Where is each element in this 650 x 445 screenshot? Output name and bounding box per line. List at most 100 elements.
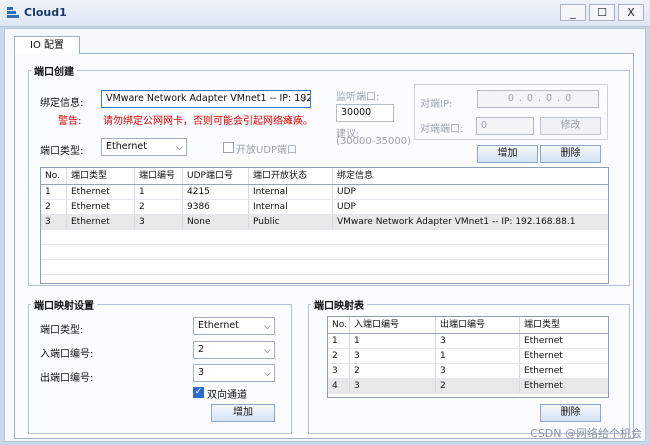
table-row[interactable]: 1 1 3 Ethernet bbox=[328, 334, 608, 349]
cell: VMware Network Adapter VMnet1 -- IP: 192… bbox=[337, 217, 576, 227]
maximize-button[interactable]: ☐ bbox=[589, 4, 615, 21]
mapping-table-header: No. 入端口编号 出端口编号 端口类型 bbox=[328, 317, 608, 334]
cell: 3 bbox=[350, 349, 436, 363]
cell: 3 bbox=[436, 334, 520, 348]
cell: Ethernet bbox=[524, 381, 563, 391]
chevron-down-icon: ⌵ bbox=[300, 95, 307, 105]
listen-port-label: 监听端口: bbox=[336, 92, 380, 103]
window-title: Cloud1 bbox=[24, 6, 67, 19]
col-no: No. bbox=[328, 317, 350, 333]
cell: 3 bbox=[41, 215, 67, 229]
cell: 4215 bbox=[183, 185, 249, 199]
in-port-select[interactable]: 2 ⌵ bbox=[193, 341, 275, 359]
cell: 1 bbox=[436, 349, 520, 363]
cell: 2 bbox=[350, 364, 436, 378]
watermark: CSDN @网络给个机会 bbox=[530, 427, 642, 440]
cell: Ethernet bbox=[67, 185, 135, 199]
table-row[interactable]: 1 Ethernet 1 4215 Internal UDP bbox=[41, 185, 608, 200]
mapping-table: No. 入端口编号 出端口编号 端口类型 1 1 3 Ethernet 2 3 … bbox=[327, 316, 609, 398]
col-open-state: 端口开放状态 bbox=[249, 168, 333, 184]
modify-button[interactable]: 修改 bbox=[540, 117, 601, 135]
cell: None bbox=[183, 215, 249, 229]
col-bind-info: 绑定信息 bbox=[337, 171, 374, 181]
col-port-num: 端口编号 bbox=[135, 168, 183, 184]
col-out-port: 出端口编号 bbox=[436, 317, 520, 333]
listen-port-input[interactable]: 30000 bbox=[336, 104, 394, 122]
table-row[interactable]: 3 Ethernet 3 None Public VMware Network … bbox=[41, 215, 608, 230]
col-port-type: 端口类型 bbox=[67, 168, 135, 184]
cell: 1 bbox=[41, 185, 67, 199]
open-udp-checkbox[interactable] bbox=[223, 142, 234, 153]
add-port-button[interactable]: 增加 bbox=[477, 145, 538, 163]
cell: 2 bbox=[436, 379, 520, 393]
in-port-value: 2 bbox=[198, 344, 205, 355]
cell: Public bbox=[249, 215, 333, 229]
bind-info-label: 绑定信息: bbox=[40, 98, 84, 109]
cloud-app-icon bbox=[7, 7, 19, 18]
map-type-label: 端口类型: bbox=[40, 325, 84, 336]
cell: 1 bbox=[328, 334, 350, 348]
close-button[interactable]: X bbox=[618, 4, 644, 21]
add-mapping-button[interactable]: 增加 bbox=[211, 404, 275, 422]
map-type-select[interactable]: Ethernet ⌵ bbox=[193, 317, 275, 335]
cell: UDP bbox=[337, 187, 356, 197]
table-row[interactable]: 2 3 1 Ethernet bbox=[328, 349, 608, 364]
port-map-settings-title: 端口映射设置 bbox=[31, 297, 97, 312]
cell: 3 bbox=[135, 215, 183, 229]
port-table-header: No. 端口类型 端口编号 UDP端口号 端口开放状态 绑定信息 bbox=[41, 168, 608, 185]
table-row[interactable]: 4 3 2 Ethernet bbox=[328, 379, 608, 394]
cell: Internal bbox=[249, 200, 333, 214]
table-row[interactable]: 2 Ethernet 2 9386 Internal UDP bbox=[41, 200, 608, 215]
cell: Internal bbox=[249, 185, 333, 199]
port-type-select[interactable]: Ethernet ⌵ bbox=[101, 138, 187, 156]
cell: 2 bbox=[41, 200, 67, 214]
chevron-down-icon: ⌵ bbox=[264, 322, 271, 332]
cell: 1 bbox=[350, 334, 436, 348]
table-row-empty bbox=[41, 260, 608, 275]
table-row-empty bbox=[41, 230, 608, 245]
map-type-value: Ethernet bbox=[198, 320, 239, 331]
delete-port-button[interactable]: 删除 bbox=[540, 145, 601, 163]
out-port-label: 出端口编号: bbox=[40, 373, 94, 384]
cell: 2 bbox=[135, 200, 183, 214]
warning-label: 警告: bbox=[58, 116, 82, 127]
title-bar bbox=[0, 0, 650, 27]
cell: Ethernet bbox=[524, 336, 563, 346]
cell: 2 bbox=[328, 349, 350, 363]
cell: Ethernet bbox=[524, 366, 563, 376]
cell: 3 bbox=[436, 364, 520, 378]
port-create-title: 端口创建 bbox=[31, 63, 77, 78]
port-table: No. 端口类型 端口编号 UDP端口号 端口开放状态 绑定信息 1 Ether… bbox=[40, 167, 609, 284]
cell: Ethernet bbox=[67, 215, 135, 229]
peer-ip-input[interactable]: 0 . 0 . 0 . 0 bbox=[477, 90, 599, 108]
cell: 9386 bbox=[183, 200, 249, 214]
cell: Ethernet bbox=[67, 200, 135, 214]
cell: 4 bbox=[328, 379, 350, 393]
suggest-range: (30000-35000) bbox=[336, 136, 412, 147]
cell: Ethernet bbox=[524, 351, 563, 361]
port-map-table-title: 端口映射表 bbox=[311, 297, 367, 312]
bidirectional-checkbox[interactable]: ✓ bbox=[193, 387, 204, 398]
chevron-down-icon: ⌵ bbox=[264, 369, 271, 379]
tab-io-config[interactable]: IO 配置 bbox=[14, 36, 80, 54]
peer-ip-label: 对端IP: bbox=[420, 99, 453, 110]
out-port-value: 3 bbox=[198, 367, 205, 378]
peer-port-label: 对端端口: bbox=[420, 124, 464, 135]
warning-text: 请勿绑定公网网卡，否则可能会引起网络瘫痪。 bbox=[103, 116, 313, 127]
chevron-down-icon: ⌵ bbox=[176, 143, 183, 153]
bidirectional-label: 双向通道 bbox=[207, 390, 247, 401]
peer-port-input[interactable]: 0 bbox=[476, 117, 534, 135]
table-row[interactable]: 3 2 3 Ethernet bbox=[328, 364, 608, 379]
port-type-label: 端口类型: bbox=[40, 146, 84, 157]
bind-info-value: VMware Network Adapter VMnet1 -- IP: 192… bbox=[106, 93, 311, 104]
delete-mapping-button[interactable]: 删除 bbox=[540, 404, 601, 422]
bind-info-select[interactable]: VMware Network Adapter VMnet1 -- IP: 192… bbox=[101, 90, 311, 108]
out-port-select[interactable]: 3 ⌵ bbox=[193, 364, 275, 382]
cell: 3 bbox=[350, 379, 436, 393]
col-no: No. bbox=[41, 168, 67, 184]
minimize-button[interactable]: _ bbox=[560, 4, 586, 21]
cell: 3 bbox=[328, 364, 350, 378]
open-udp-label: 开放UDP端口 bbox=[236, 145, 298, 156]
cell: UDP bbox=[337, 202, 356, 212]
port-type-value: Ethernet bbox=[106, 141, 147, 152]
